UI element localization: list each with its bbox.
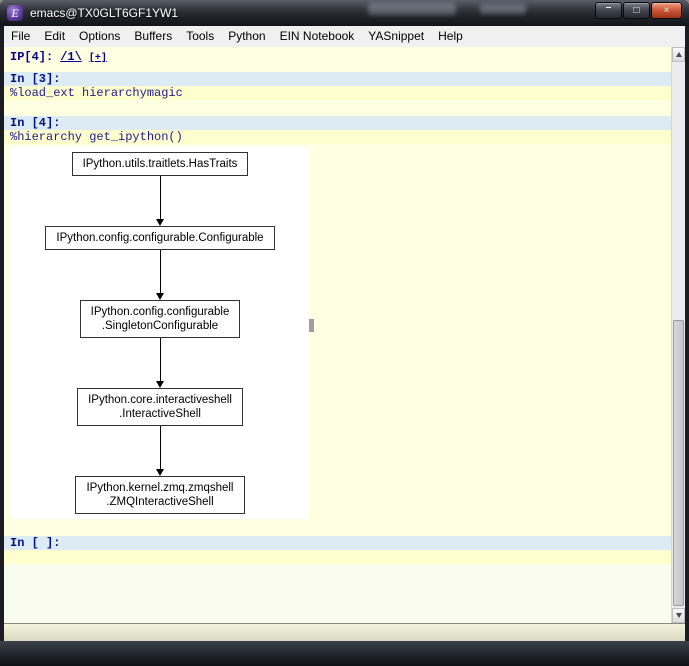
cell-prompt: In [3]: bbox=[4, 72, 671, 86]
cell-input[interactable]: %hierarchy get_ipython() bbox=[4, 130, 671, 144]
emacs-app-icon: E bbox=[7, 5, 23, 21]
menu-edit[interactable]: Edit bbox=[37, 26, 72, 47]
menu-options[interactable]: Options bbox=[72, 26, 127, 47]
close-button[interactable]: × bbox=[651, 2, 682, 19]
menubar: File Edit Options Buffers Tools Python E… bbox=[4, 26, 685, 47]
titlebar-glass-reflection bbox=[368, 3, 456, 15]
arrow-up-icon bbox=[675, 52, 682, 57]
class-node-hastraits: IPython.utils.traitlets.HasTraits bbox=[71, 152, 249, 176]
class-hierarchy-diagram: IPython.utils.traitlets.HasTraits IPytho… bbox=[10, 147, 310, 519]
maximize-button[interactable]: □ bbox=[623, 2, 650, 19]
prompt-label: In [ ]: bbox=[10, 536, 61, 550]
notebook-buffer[interactable]: IP[4]: /1\ [+] In [3]: %load_ext hierarchy… bbox=[4, 47, 685, 623]
prompt-label: In [4]: bbox=[10, 116, 61, 130]
menu-help[interactable]: Help bbox=[431, 26, 470, 47]
cell-prompt: In [4]: bbox=[4, 116, 671, 130]
hierarchy-output-image: IPython.utils.traitlets.HasTraits IPytho… bbox=[10, 147, 310, 519]
window-title: emacs@TX0GLT6GF1YW1 bbox=[30, 6, 178, 20]
cell-prompt: In [ ]: bbox=[4, 536, 671, 550]
cell-input[interactable]: %load_ext hierarchymagic bbox=[4, 86, 671, 100]
class-name: .ZMQInteractiveShell bbox=[106, 496, 214, 508]
class-name: .SingletonConfigurable bbox=[101, 320, 219, 332]
kernel-indicator: IP[4]: bbox=[10, 50, 54, 64]
arrow-down-icon bbox=[675, 613, 682, 618]
minimize-button[interactable]: – bbox=[595, 2, 622, 19]
prompt-label: In [3]: bbox=[10, 72, 61, 86]
class-node-configurable: IPython.config.configurable.Configurable bbox=[45, 226, 275, 250]
class-name: IPython.core.interactiveshell bbox=[88, 394, 232, 406]
code-text: %load_ext hierarchymagic bbox=[10, 86, 183, 100]
cell-input[interactable] bbox=[4, 550, 671, 564]
titlebar[interactable]: E emacs@TX0GLT6GF1YW1 – □ × bbox=[0, 0, 689, 26]
vertical-scrollbar[interactable] bbox=[671, 47, 685, 623]
emacs-window: E emacs@TX0GLT6GF1YW1 – □ × File Edit Op… bbox=[0, 0, 689, 666]
class-name: IPython.kernel.zmq.zmqshell bbox=[86, 482, 234, 494]
class-node-zmqinteractiveshell: IPython.kernel.zmq.zmqshell .ZMQInteract… bbox=[75, 476, 245, 514]
menu-file[interactable]: File bbox=[4, 26, 37, 47]
inheritance-arrow-icon bbox=[155, 176, 165, 226]
menu-tools[interactable]: Tools bbox=[179, 26, 221, 47]
class-node-interactiveshell: IPython.core.interactiveshell .Interacti… bbox=[77, 388, 243, 426]
scrollbar-thumb[interactable] bbox=[673, 320, 684, 606]
class-name: IPython.utils.traitlets.HasTraits bbox=[82, 158, 238, 170]
menu-yasnippet[interactable]: YASnippet bbox=[361, 26, 431, 47]
class-name: IPython.config.configurable.Configurable bbox=[56, 232, 264, 244]
buffer-end-area[interactable] bbox=[4, 564, 671, 623]
fringe-marker bbox=[309, 319, 314, 332]
new-notebook-link[interactable]: [+] bbox=[89, 53, 107, 64]
inheritance-arrow-icon bbox=[155, 426, 165, 476]
menu-ein-notebook[interactable]: EIN Notebook bbox=[273, 26, 362, 47]
notebook-link[interactable]: /1\ bbox=[60, 50, 82, 64]
class-node-singletonconfigurable: IPython.config.configurable .SingletonCo… bbox=[79, 300, 241, 338]
code-text: %hierarchy get_ipython() bbox=[10, 130, 183, 144]
menu-python[interactable]: Python bbox=[221, 26, 272, 47]
window-controls: – □ × bbox=[595, 2, 682, 19]
class-name: IPython.config.configurable bbox=[90, 306, 230, 318]
notebook-header-line: IP[4]: /1\ [+] bbox=[10, 50, 107, 65]
modeline: 1\---*ein: 8888/Demo.ipynb*Bot L53(ein:m… bbox=[4, 623, 685, 656]
inheritance-arrow-icon bbox=[155, 250, 165, 300]
inheritance-arrow-icon bbox=[155, 338, 165, 388]
scrollbar-down-button[interactable] bbox=[672, 608, 685, 623]
menu-buffers[interactable]: Buffers bbox=[127, 26, 179, 47]
window-frame-bottom bbox=[0, 641, 689, 666]
scrollbar-up-button[interactable] bbox=[672, 47, 685, 62]
class-name: .InteractiveShell bbox=[119, 408, 201, 420]
titlebar-glass-reflection bbox=[480, 4, 526, 14]
